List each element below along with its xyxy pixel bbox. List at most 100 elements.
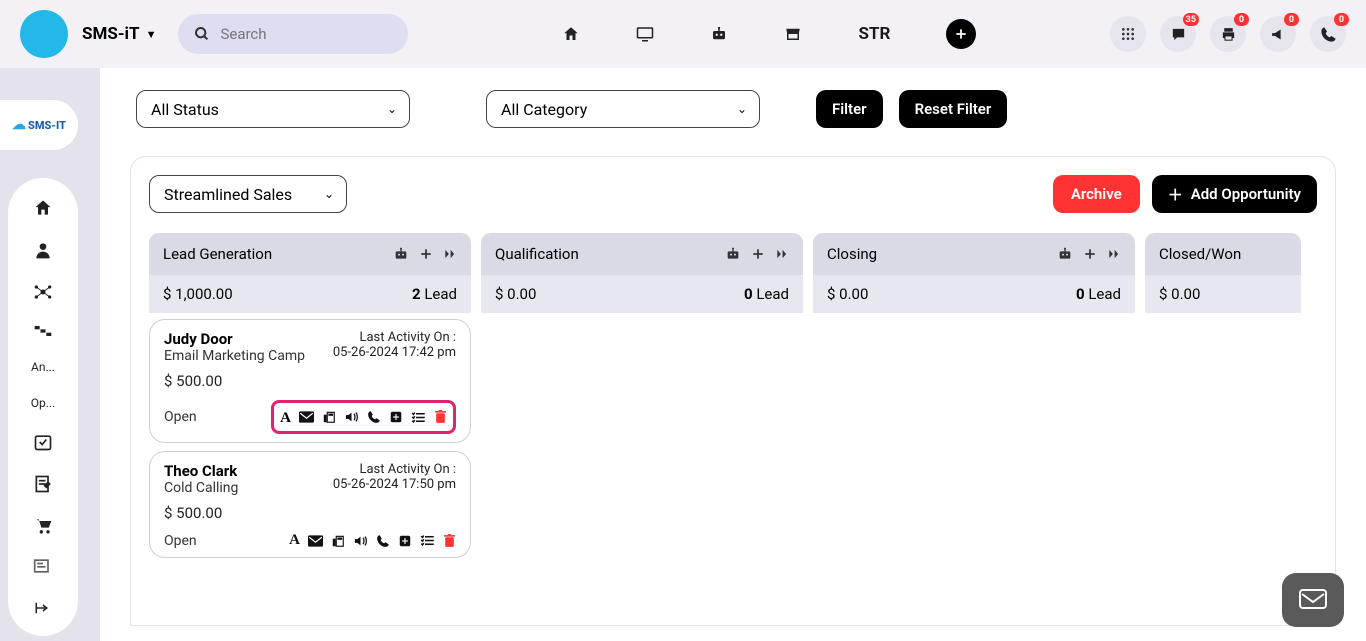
print-badge: 0	[1234, 13, 1249, 26]
column-summary: $ 0.00	[1145, 275, 1301, 313]
column-amount: $ 0.00	[495, 285, 536, 303]
chat-icon[interactable]: 35	[1160, 16, 1196, 52]
kanban-column: Lead Generation $ 1,000.00 2 Lead Judy D…	[149, 233, 471, 558]
brand-dropdown[interactable]: SMS-iT ▼	[82, 24, 156, 44]
email-icon[interactable]	[299, 411, 314, 423]
archive-button[interactable]: Archive	[1053, 175, 1140, 213]
list-icon[interactable]	[411, 411, 426, 424]
sidebar: An... Op...	[8, 178, 78, 636]
delete-icon[interactable]	[434, 410, 447, 424]
card-amount: $ 500.00	[164, 372, 456, 390]
card-activity: Last Activity On : 05-26-2024 17:50 pm	[333, 462, 456, 496]
sound-icon[interactable]	[344, 410, 359, 424]
str-link[interactable]: STR	[858, 24, 890, 44]
card-amount: $ 500.00	[164, 504, 456, 522]
status-select[interactable]: All Status ⌄	[136, 90, 410, 128]
card-actions: A	[289, 532, 456, 549]
apps-grid-icon[interactable]	[1110, 16, 1146, 52]
column-title: Qualification	[495, 245, 715, 263]
sms-logo: ☁SMS-IT	[12, 117, 66, 133]
add-card-icon[interactable]	[419, 247, 433, 261]
chevron-down-icon: ⌄	[737, 102, 747, 116]
monitor-icon[interactable]	[636, 26, 654, 42]
main-content: All Status ⌄ All Category ⌄ Filter Reset…	[100, 68, 1366, 641]
filter-button[interactable]: Filter	[816, 90, 883, 128]
pipeline-select[interactable]: Streamlined Sales ⌄	[149, 175, 347, 213]
announce-icon[interactable]: 0	[1260, 16, 1296, 52]
board: Streamlined Sales ⌄ Archive ＋ Add Opport…	[130, 156, 1336, 626]
column-header: Closing	[813, 233, 1135, 275]
sms-logo-badge[interactable]: ☁SMS-IT	[0, 100, 78, 150]
column-summary: $ 1,000.00 2 Lead	[149, 275, 471, 313]
sound-icon[interactable]	[353, 534, 368, 548]
search-input-wrap[interactable]	[178, 14, 408, 54]
column-amount: $ 0.00	[827, 285, 868, 303]
support-widget[interactable]	[1282, 573, 1344, 627]
column-body	[481, 313, 803, 319]
add-icon[interactable]	[389, 410, 403, 424]
add-card-icon[interactable]	[1083, 247, 1097, 261]
font-icon[interactable]: A	[280, 407, 291, 427]
call-icon[interactable]	[376, 534, 390, 548]
avatar[interactable]	[20, 10, 68, 58]
sidebar-home-icon[interactable]	[33, 198, 53, 218]
sidebar-network-icon[interactable]	[33, 282, 53, 302]
sidebar-item-analytics[interactable]: An...	[31, 360, 55, 374]
column-summary: $ 0.00 0 Lead	[813, 275, 1135, 313]
add-icon[interactable]	[398, 534, 412, 548]
chevron-down-icon: ⌄	[387, 102, 397, 116]
sidebar-news-icon[interactable]	[33, 558, 53, 574]
search-icon	[194, 26, 210, 42]
plus-icon: ＋	[1168, 184, 1183, 205]
delete-icon[interactable]	[443, 534, 456, 548]
phone-icon[interactable]: 0	[1310, 16, 1346, 52]
sidebar-cart-icon[interactable]	[33, 516, 53, 536]
call-icon[interactable]	[367, 410, 381, 424]
header: SMS-iT ▼ STR 35	[0, 0, 1366, 68]
fax-icon[interactable]	[331, 534, 345, 548]
column-amount: $ 1,000.00	[163, 285, 233, 303]
status-select-value: All Status	[151, 100, 219, 119]
column-count: 2 Lead	[412, 285, 457, 303]
search-input[interactable]	[220, 25, 392, 43]
add-opportunity-label: Add Opportunity	[1191, 185, 1301, 203]
robot-icon[interactable]	[393, 247, 409, 261]
add-card-icon[interactable]	[751, 247, 765, 261]
opportunity-card[interactable]: Judy Door Email Marketing Camp Last Acti…	[149, 319, 471, 443]
sidebar-user-icon[interactable]	[33, 240, 53, 260]
kanban-column: Closing $ 0.00 0 Lead	[813, 233, 1135, 558]
robot-icon[interactable]	[725, 247, 741, 261]
column-header: Lead Generation	[149, 233, 471, 275]
card-campaign: Cold Calling	[164, 480, 238, 496]
email-icon[interactable]	[308, 535, 323, 547]
sidebar-pipeline-icon[interactable]	[33, 324, 53, 338]
expand-icon[interactable]	[1107, 248, 1121, 260]
reset-filter-button[interactable]: Reset Filter	[899, 90, 1008, 128]
sidebar-logout-icon[interactable]	[34, 600, 52, 616]
robot-icon[interactable]	[710, 26, 728, 42]
sidebar-calendar-icon[interactable]	[33, 432, 53, 452]
card-status: Open	[164, 409, 197, 425]
card-name: Judy Door	[164, 330, 305, 348]
sidebar-notes-icon[interactable]	[33, 474, 53, 494]
sidebar-outer: ☁SMS-IT An... Op...	[0, 68, 100, 641]
add-button[interactable]	[946, 19, 976, 49]
font-icon[interactable]: A	[289, 532, 300, 549]
robot-icon[interactable]	[1057, 247, 1073, 261]
expand-icon[interactable]	[443, 248, 457, 260]
column-header: Closed/Won	[1145, 233, 1301, 275]
list-icon[interactable]	[420, 534, 435, 547]
home-icon[interactable]	[562, 25, 580, 43]
column-amount: $ 0.00	[1159, 285, 1200, 303]
expand-icon[interactable]	[775, 248, 789, 260]
add-opportunity-button[interactable]: ＋ Add Opportunity	[1152, 175, 1317, 213]
print-icon[interactable]: 0	[1210, 16, 1246, 52]
opportunity-card[interactable]: Theo Clark Cold Calling Last Activity On…	[149, 451, 471, 558]
category-select[interactable]: All Category ⌄	[486, 90, 760, 128]
card-campaign: Email Marketing Camp	[164, 348, 305, 364]
store-icon[interactable]	[784, 26, 802, 42]
category-select-value: All Category	[501, 100, 587, 119]
fax-icon[interactable]	[322, 410, 336, 424]
phone-badge: 0	[1334, 13, 1349, 26]
sidebar-item-opportunities[interactable]: Op...	[31, 396, 56, 410]
